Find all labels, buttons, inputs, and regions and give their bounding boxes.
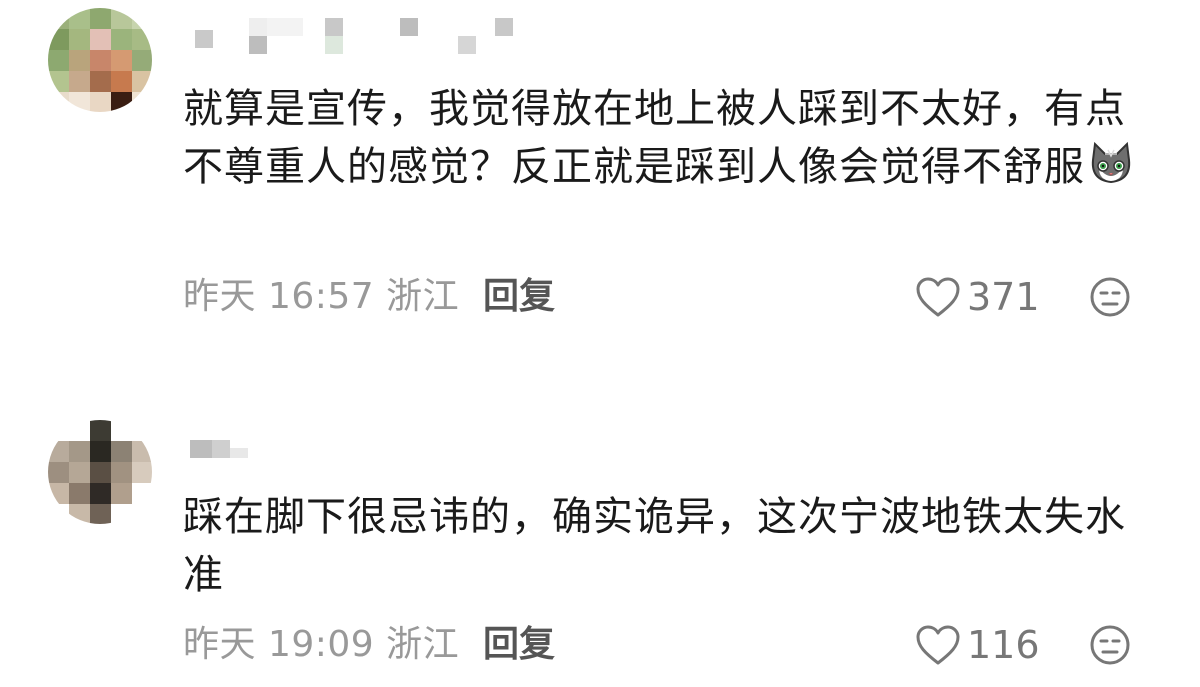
dislike-button[interactable] bbox=[1089, 276, 1131, 322]
comment-item: 就算是宣传，我觉得放在地上被人踩到不太好，有点不尊重人的感觉？反正就是踩到人像会… bbox=[0, 0, 1200, 345]
comment-text-content: 就算是宣传，我觉得放在地上被人踩到不太好，有点不尊重人的感觉？反正就是踩到人像会… bbox=[183, 86, 1126, 190]
comment-time-location: 昨天 16:57 浙江 bbox=[183, 274, 459, 320]
heart-outline-icon bbox=[916, 625, 960, 665]
reply-button[interactable]: 回复 bbox=[483, 274, 555, 320]
reply-button[interactable]: 回复 bbox=[483, 622, 555, 668]
comment-text: 就算是宣传，我觉得放在地上被人踩到不太好，有点不尊重人的感觉？反正就是踩到人像会… bbox=[183, 80, 1158, 196]
comment-time-location: 昨天 19:09 浙江 bbox=[183, 622, 459, 668]
unamused-face-icon bbox=[1090, 277, 1130, 317]
avatar[interactable] bbox=[48, 420, 152, 524]
avatar[interactable] bbox=[48, 8, 152, 112]
like-count: 116 bbox=[967, 623, 1040, 667]
comment-location: 浙江 bbox=[386, 624, 460, 665]
like-count: 371 bbox=[967, 275, 1040, 319]
comment-text: 踩在脚下很忌讳的，确实诡异，这次宁波地铁太失水准 bbox=[183, 488, 1158, 604]
comment-meta: 昨天 19:09 浙江 回复 116 bbox=[183, 622, 1200, 668]
comment-meta: 昨天 16:57 浙江 回复 371 bbox=[183, 274, 1200, 320]
comment-location: 浙江 bbox=[386, 276, 460, 317]
comment-text-content: 踩在脚下很忌讳的，确实诡异，这次宁波地铁太失水准 bbox=[183, 494, 1126, 598]
dislike-button[interactable] bbox=[1089, 624, 1131, 670]
comment-time: 昨天 16:57 bbox=[183, 276, 375, 317]
heart-outline-icon bbox=[916, 277, 960, 317]
comment-item: 踩在脚下很忌讳的，确实诡异，这次宁波地铁太失水准 昨天 19:09 浙江 回复 … bbox=[0, 410, 1200, 687]
comment-time: 昨天 19:09 bbox=[183, 624, 375, 665]
cat-emoji-icon bbox=[1091, 141, 1131, 184]
unamused-face-icon bbox=[1090, 625, 1130, 665]
